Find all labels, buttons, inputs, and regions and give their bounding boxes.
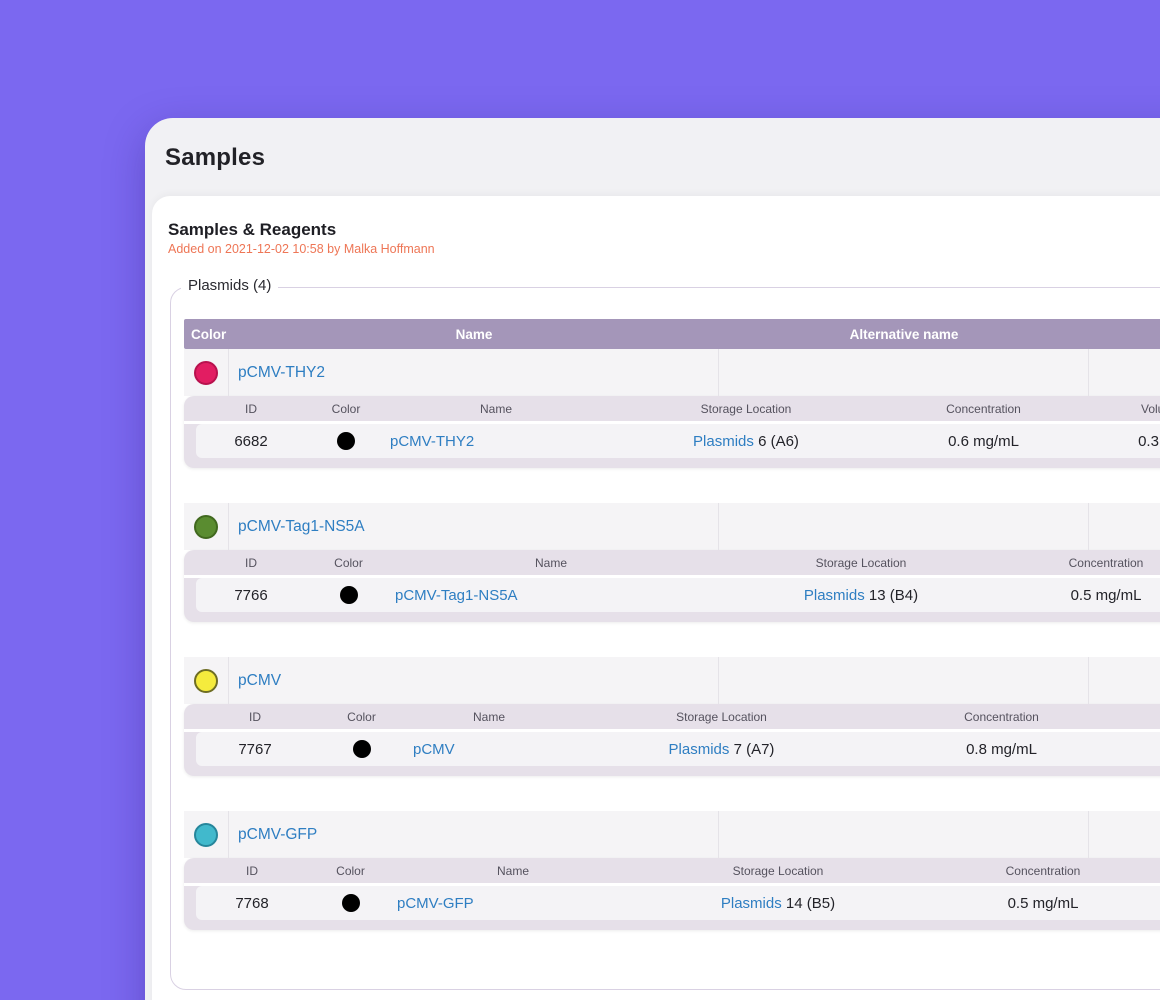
alternative-name-cell [719, 657, 1089, 704]
sub-header-color: Color [306, 402, 386, 416]
subtable-header: ID Color Name Storage Location Concentra… [184, 704, 1160, 732]
sub-header-id: ID [196, 402, 306, 416]
subtable-header: ID Color Name Storage Location Concentra… [184, 858, 1160, 886]
sub-header-concentration: Concentration [1011, 556, 1160, 570]
header-alternative-name: Alternative name [719, 327, 1089, 342]
sub-header-storage: Storage Location [606, 402, 886, 416]
aliquot-subtable: ID Color Name Storage Location Concentra… [184, 396, 1160, 468]
aliquot-name-link[interactable]: pCMV [413, 741, 455, 758]
plasmid-color-swatch [194, 669, 218, 693]
table-row[interactable]: pCMV [184, 657, 1160, 704]
extra-cell [1089, 811, 1160, 858]
aliquot-name-link[interactable]: pCMV-GFP [397, 895, 474, 912]
aliquot-id: 6682 [196, 433, 306, 450]
sub-header-color: Color [314, 710, 409, 724]
sub-header-volume: Volume [1081, 402, 1160, 416]
plasmid-entry: pCMV-Tag1-NS5A ID Color Name Storage Loc… [184, 503, 1160, 622]
plasmid-color-swatch [194, 515, 218, 539]
storage-location-link[interactable]: Plasmids [804, 587, 865, 604]
table-row[interactable]: pCMV-GFP [184, 811, 1160, 858]
sub-header-name: Name [409, 710, 569, 724]
sub-header-concentration: Concentration [874, 710, 1129, 724]
header-color: Color [184, 327, 229, 342]
plasmid-entry: pCMV ID Color Name Storage Location Conc… [184, 657, 1160, 776]
added-by-line: Added on 2021-12-02 10:58 by Malka Hoffm… [168, 242, 435, 256]
extra-cell [1089, 657, 1160, 704]
plasmids-section: Plasmids (4) Color Name Alternative name… [170, 287, 1160, 990]
content-panel: Samples & Reagents Added on 2021-12-02 1… [152, 196, 1160, 1000]
sub-header-storage: Storage Location [569, 710, 874, 724]
aliquot-id: 7768 [196, 895, 308, 912]
subtable-row[interactable]: 6682 pCMV-THY2 Plasmids 6 (A6) 0.6 mg/mL… [196, 424, 1160, 458]
extra-cell [1089, 503, 1160, 550]
alternative-name-cell [719, 503, 1089, 550]
concentration-value: 0.6 mg/mL [886, 433, 1081, 450]
aliquot-subtable: ID Color Name Storage Location Concentra… [184, 550, 1160, 622]
plasmid-entry: pCMV-GFP ID Color Name Storage Location … [184, 811, 1160, 930]
sub-header-color: Color [306, 556, 391, 570]
storage-location-link[interactable]: Plasmids [693, 433, 754, 450]
subtable-row[interactable]: 7768 pCMV-GFP Plasmids 14 (B5) 0.5 mg/mL [196, 886, 1160, 920]
subtable-row[interactable]: 7767 pCMV Plasmids 7 (A7) 0.8 mg/mL [196, 732, 1160, 766]
sub-header-concentration: Concentration [886, 402, 1081, 416]
aliquot-color-dot [353, 740, 371, 758]
plasmid-name-link[interactable]: pCMV-Tag1-NS5A [238, 518, 365, 536]
sub-header-storage: Storage Location [711, 556, 1011, 570]
subtable-row[interactable]: 7766 pCMV-Tag1-NS5A Plasmids 13 (B4) 0.5… [196, 578, 1160, 612]
sub-header-color: Color [308, 864, 393, 878]
aliquot-subtable: ID Color Name Storage Location Concentra… [184, 704, 1160, 776]
storage-location-link[interactable]: Plasmids [721, 895, 782, 912]
aliquot-name-link[interactable]: pCMV-THY2 [390, 433, 474, 450]
aliquot-color-dot [340, 586, 358, 604]
sub-header-concentration: Concentration [923, 864, 1160, 878]
aliquot-name-link[interactable]: pCMV-Tag1-NS5A [395, 587, 518, 604]
extra-cell [1089, 349, 1160, 396]
plasmids-legend: Plasmids (4) [181, 277, 278, 294]
sub-header-name: Name [391, 556, 711, 570]
storage-location-cell: Plasmids 6 (A6) [606, 433, 886, 450]
sub-header-storage: Storage Location [633, 864, 923, 878]
storage-location-cell: Plasmids 13 (B4) [711, 587, 1011, 604]
storage-location-cell: Plasmids 14 (B5) [633, 895, 923, 912]
section-heading: Samples & Reagents [168, 220, 336, 240]
plasmids-table-header: Color Name Alternative name [184, 319, 1160, 349]
concentration-value: 0.5 mg/mL [923, 895, 1160, 912]
plasmid-entry: pCMV-THY2 ID Color Name Storage Location… [184, 349, 1160, 468]
concentration-value: 0.5 mg/mL [1011, 587, 1160, 604]
aliquot-color-dot [337, 432, 355, 450]
concentration-value: 0.8 mg/mL [874, 741, 1129, 758]
storage-location-cell: Plasmids 7 (A7) [569, 741, 874, 758]
alternative-name-cell [719, 811, 1089, 858]
table-row[interactable]: pCMV-THY2 [184, 349, 1160, 396]
storage-location-link[interactable]: Plasmids [669, 741, 730, 758]
plasmid-color-swatch [194, 823, 218, 847]
page-title: Samples [165, 144, 265, 172]
plasmid-color-swatch [194, 361, 218, 385]
header-name: Name [229, 327, 719, 342]
plasmid-name-link[interactable]: pCMV-THY2 [238, 364, 325, 382]
alternative-name-cell [719, 349, 1089, 396]
sub-header-id: ID [196, 556, 306, 570]
plasmid-name-link[interactable]: pCMV-GFP [238, 826, 317, 844]
subtable-header: ID Color Name Storage Location Concentra… [184, 550, 1160, 578]
aliquot-subtable: ID Color Name Storage Location Concentra… [184, 858, 1160, 930]
volume-value: 0.3 mL [1081, 433, 1160, 450]
aliquot-color-dot [342, 894, 360, 912]
aliquot-id: 7767 [196, 741, 314, 758]
plasmid-name-link[interactable]: pCMV [238, 672, 281, 690]
sub-header-name: Name [393, 864, 633, 878]
table-row[interactable]: pCMV-Tag1-NS5A [184, 503, 1160, 550]
subtable-header: ID Color Name Storage Location Concentra… [184, 396, 1160, 424]
sub-header-id: ID [196, 864, 308, 878]
aliquot-id: 7766 [196, 587, 306, 604]
app-card: Samples Samples & Reagents Added on 2021… [145, 118, 1160, 1000]
sub-header-id: ID [196, 710, 314, 724]
sub-header-name: Name [386, 402, 606, 416]
